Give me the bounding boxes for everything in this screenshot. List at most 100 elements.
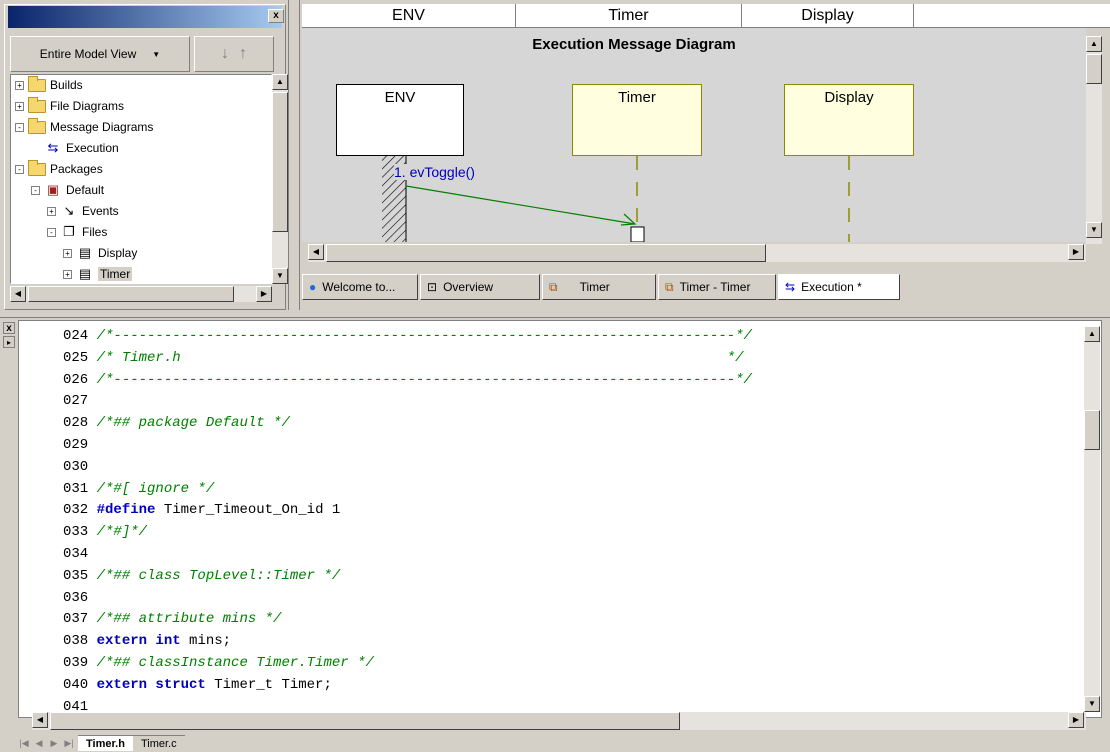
- lifeline-header-bar: ENV Timer Display: [302, 4, 1110, 28]
- code-comment: /*--------------------------------------…: [88, 371, 752, 388]
- tree-item[interactable]: - ❐ Files: [47, 222, 107, 242]
- code-line[interactable]: 031 /*#[ ignore */: [63, 478, 214, 500]
- code-line[interactable]: 027: [63, 390, 88, 412]
- tab-execution[interactable]: ⇆ Execution *: [778, 274, 900, 300]
- tree-item[interactable]: + ↘ Events: [47, 201, 119, 221]
- next-tab-icon[interactable]: ▶: [48, 736, 60, 750]
- scroll-right-icon[interactable]: ▶: [1068, 712, 1084, 728]
- line-number: 038: [63, 633, 89, 650]
- scroll-down-icon[interactable]: ▼: [1086, 222, 1102, 238]
- tree-item-label: Events: [82, 204, 119, 218]
- arrow-up-icon[interactable]: ↑: [239, 45, 247, 63]
- expand-icon[interactable]: +: [63, 248, 72, 258]
- code-line[interactable]: 038 extern int mins;: [63, 630, 231, 652]
- scroll-up-icon[interactable]: ▲: [272, 74, 288, 90]
- scroll-left-icon[interactable]: ◀: [32, 712, 48, 728]
- scroll-right-icon[interactable]: ▶: [256, 286, 272, 302]
- view-selector-dropdown[interactable]: Entire Model View ▼: [10, 36, 190, 72]
- tab-welcome[interactable]: ● Welcome to...: [302, 274, 418, 300]
- first-tab-icon[interactable]: |◀: [18, 736, 30, 750]
- scroll-thumb[interactable]: [50, 712, 680, 730]
- code-comment: /*## classInstance Timer.Timer */: [88, 655, 374, 671]
- line-number: 035: [63, 567, 89, 584]
- code-line[interactable]: 029: [63, 434, 88, 456]
- message-label[interactable]: 1. evToggle(): [394, 164, 475, 180]
- tab-timer[interactable]: ⧉ Timer: [542, 274, 656, 300]
- code-line[interactable]: 024 /*----------------------------------…: [63, 325, 752, 347]
- scroll-right-icon[interactable]: ▶: [1068, 244, 1084, 260]
- expand-icon[interactable]: +: [15, 101, 24, 111]
- tree-item[interactable]: + Builds: [15, 75, 83, 95]
- scroll-left-icon[interactable]: ◀: [308, 244, 324, 260]
- editor-vertical-scrollbar[interactable]: ▲ ▼: [1084, 326, 1100, 712]
- browser-title-bar[interactable]: [8, 6, 282, 28]
- expand-icon[interactable]: +: [47, 206, 56, 216]
- vertical-splitter[interactable]: [288, 0, 300, 312]
- collapse-icon[interactable]: -: [15, 164, 24, 174]
- code-line[interactable]: 037 /*## attribute mins */: [63, 608, 281, 630]
- expand-icon[interactable]: +: [15, 80, 24, 90]
- tree-vertical-scrollbar[interactable]: ▲ ▼: [272, 74, 288, 284]
- code-line[interactable]: 025 /* Timer.h */: [63, 347, 744, 369]
- code-text: mins;: [180, 633, 232, 650]
- horizontal-splitter[interactable]: [0, 310, 1110, 318]
- diagram-vertical-scrollbar[interactable]: ▲ ▼: [1086, 36, 1102, 244]
- tree-item[interactable]: - Message Diagrams: [15, 117, 153, 137]
- code-line[interactable]: 040 extern struct Timer_t Timer;: [63, 674, 332, 696]
- close-icon[interactable]: x: [268, 9, 284, 23]
- code-line[interactable]: 032 #define Timer_Timeout_On_id 1: [63, 499, 340, 521]
- scroll-thumb[interactable]: [1086, 54, 1102, 84]
- scroll-down-icon[interactable]: ▼: [272, 268, 288, 284]
- code-editor[interactable]: 024 /*----------------------------------…: [18, 320, 1102, 718]
- scroll-thumb[interactable]: [272, 92, 288, 232]
- scroll-thumb[interactable]: [28, 286, 234, 302]
- scroll-thumb[interactable]: [326, 244, 766, 262]
- expand-icon[interactable]: +: [63, 269, 72, 279]
- message-arrow[interactable]: [405, 185, 636, 225]
- folder-icon: [28, 75, 46, 92]
- file-tab-timer-h[interactable]: Timer.h: [78, 735, 133, 751]
- line-number: 027: [63, 393, 89, 410]
- collapse-icon[interactable]: -: [47, 227, 56, 237]
- sequence-diagram-icon: ⇆: [785, 280, 796, 294]
- sequence-diagram-icon: ⇆: [47, 140, 59, 155]
- code-line[interactable]: 034: [63, 543, 88, 565]
- scroll-up-icon[interactable]: ▲: [1086, 36, 1102, 52]
- code-line[interactable]: 030: [63, 456, 88, 478]
- tree-horizontal-scrollbar[interactable]: ◀ ▶: [10, 286, 272, 302]
- code-line[interactable]: 028 /*## package Default */: [63, 412, 290, 434]
- close-icon[interactable]: x: [3, 322, 15, 334]
- tree-item-label: Files: [82, 225, 108, 239]
- line-number: 025: [63, 349, 89, 366]
- sequence-diagram-canvas[interactable]: Execution Message Diagram ENV Timer Disp…: [302, 28, 1086, 242]
- code-line[interactable]: 039 /*## classInstance Timer.Timer */: [63, 652, 374, 674]
- collapse-icon[interactable]: -: [31, 185, 40, 195]
- file-tab-timer-c[interactable]: Timer.c: [132, 735, 185, 751]
- scroll-up-icon[interactable]: ▲: [1084, 326, 1100, 342]
- editor-horizontal-scrollbar[interactable]: ◀ ▶: [32, 712, 1086, 730]
- last-tab-icon[interactable]: ▶|: [63, 736, 75, 750]
- folder-icon: [28, 96, 46, 113]
- scroll-down-icon[interactable]: ▼: [1084, 696, 1100, 712]
- tree-item[interactable]: ⇆ Execution: [31, 138, 119, 158]
- code-comment: /*## package Default */: [88, 415, 290, 432]
- tab-overview[interactable]: ⊡ Overview: [420, 274, 540, 300]
- pin-icon[interactable]: ▸: [3, 336, 15, 348]
- code-line[interactable]: 033 /*#]*/: [63, 521, 147, 543]
- tree-item[interactable]: + ▤ Display: [63, 243, 137, 263]
- code-line[interactable]: 035 /*## class TopLevel::Timer */: [63, 565, 340, 587]
- collapse-icon[interactable]: -: [15, 122, 24, 132]
- code-line[interactable]: 026 /*----------------------------------…: [63, 369, 752, 391]
- tree-item[interactable]: - ▣ Default: [31, 180, 104, 200]
- scroll-thumb[interactable]: [1084, 410, 1100, 450]
- tab-timer-timer[interactable]: ⧉ Timer - Timer: [658, 274, 776, 300]
- tree-item[interactable]: + ▤ Timer: [63, 264, 133, 283]
- diagram-horizontal-scrollbar[interactable]: ◀ ▶: [308, 244, 1086, 262]
- code-line[interactable]: 036: [63, 587, 88, 609]
- prev-tab-icon[interactable]: ◀: [33, 736, 45, 750]
- line-number: 037: [63, 611, 89, 628]
- scroll-left-icon[interactable]: ◀: [10, 286, 26, 302]
- tree-item[interactable]: - Packages: [15, 159, 103, 179]
- tree-item[interactable]: + File Diagrams: [15, 96, 124, 116]
- arrow-down-icon[interactable]: ↓: [221, 45, 229, 63]
